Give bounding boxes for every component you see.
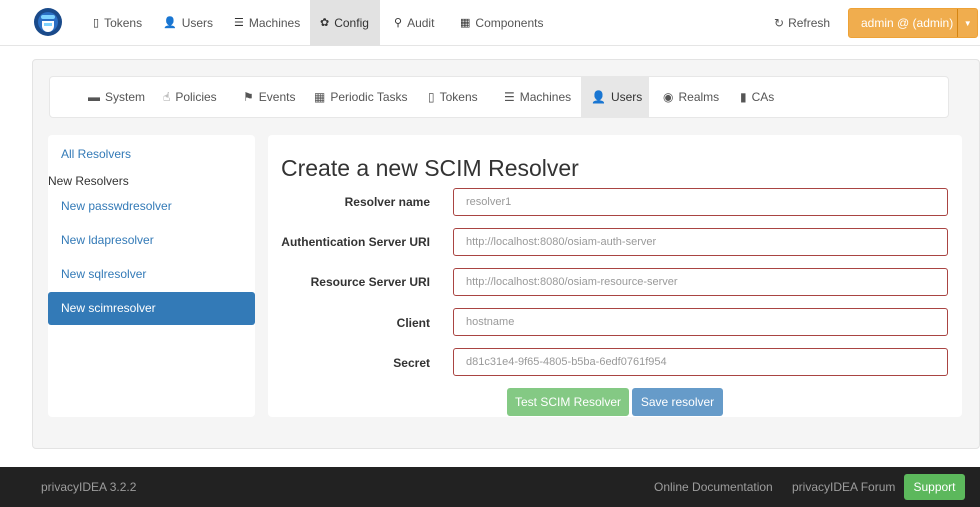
subnav-tokens[interactable]: ▯ Tokens — [418, 77, 488, 117]
config-subnav: ▬ System ☝ Policies ⚑ Events ▦ Periodic … — [49, 76, 949, 118]
nav-config[interactable]: ✿ Config — [310, 0, 380, 46]
subnav-system-label: System — [105, 90, 146, 104]
support-button[interactable]: Support — [904, 474, 965, 500]
nav-users-label: Users — [181, 16, 214, 30]
secret-input[interactable] — [453, 348, 948, 376]
footer: privacyIDEA 3.2.2 Online Documentation p… — [0, 467, 980, 507]
user-icon: 👤 — [163, 17, 177, 29]
privacyidea-forum-link[interactable]: privacyIDEA Forum — [792, 467, 895, 507]
calendar-icon: ▦ — [460, 17, 471, 29]
hand-icon: ☝ — [163, 90, 171, 104]
online-documentation-link[interactable]: Online Documentation — [654, 467, 773, 507]
privacyidea-logo-icon[interactable] — [33, 6, 63, 38]
test-scim-resolver-button[interactable]: Test SCIM Resolver — [507, 388, 629, 416]
subnav-machines-label: Machines — [519, 90, 572, 104]
subnav-policies-label: Policies — [175, 90, 217, 104]
sidebar-item-ldapresolver[interactable]: New ldapresolver — [48, 224, 255, 257]
caret-down-icon[interactable]: ▼ — [957, 9, 977, 37]
new-resolvers-header: New Resolvers — [48, 174, 129, 188]
bookmark-icon: ▮ — [740, 90, 747, 104]
briefcase-icon: ▬ — [88, 90, 100, 104]
nav-tokens[interactable]: ▯ Tokens — [83, 0, 152, 46]
save-resolver-button[interactable]: Save resolver — [632, 388, 723, 416]
globe-icon: ◉ — [663, 90, 674, 104]
user-menu-button[interactable]: admin @ (admin) ▼ — [848, 8, 978, 38]
nav-tokens-label: Tokens — [104, 16, 143, 30]
client-label: Client — [396, 316, 430, 330]
resource-server-uri-input[interactable] — [453, 268, 948, 296]
phone-icon: ▯ — [93, 17, 100, 29]
subnav-policies[interactable]: ☝ Policies — [153, 77, 227, 117]
subnav-system[interactable]: ▬ System — [78, 77, 155, 117]
sidebar-item-sqlresolver[interactable]: New sqlresolver — [48, 258, 255, 291]
sidebar-item-scimresolver[interactable]: New scimresolver — [48, 292, 255, 325]
client-input[interactable] — [453, 308, 948, 336]
subnav-realms-label: Realms — [678, 90, 720, 104]
user-icon: 👤 — [591, 90, 606, 104]
subnav-periodic-tasks-label: Periodic Tasks — [330, 90, 408, 104]
nav-audit[interactable]: ⚲ Audit — [384, 0, 444, 46]
page-title: Create a new SCIM Resolver — [281, 155, 579, 181]
subnav-users-label: Users — [610, 90, 643, 104]
secret-label: Secret — [393, 356, 430, 370]
subnav-events[interactable]: ⚑ Events — [233, 77, 305, 117]
resolver-sidebar: All Resolvers New Resolvers New passwdre… — [48, 135, 255, 417]
subnav-users[interactable]: 👤 Users — [581, 77, 649, 117]
calendar-icon: ▦ — [314, 90, 326, 104]
nav-machines-label: Machines — [248, 16, 301, 30]
subnav-tokens-label: Tokens — [439, 90, 478, 104]
flag-icon: ⚑ — [243, 90, 254, 104]
subnav-realms[interactable]: ◉ Realms — [653, 77, 729, 117]
nav-config-label: Config — [334, 16, 369, 30]
refresh-button[interactable]: ↻ Refresh — [774, 0, 830, 46]
nav-components[interactable]: ▦ Components — [450, 0, 553, 46]
resolver-name-input[interactable] — [453, 188, 948, 216]
subnav-cas[interactable]: ▮ CAs — [730, 77, 784, 117]
resolver-name-label: Resolver name — [344, 195, 430, 209]
gear-icon: ✿ — [320, 17, 330, 29]
refresh-label: Refresh — [788, 16, 831, 30]
subnav-cas-label: CAs — [751, 90, 775, 104]
version-text: privacyIDEA 3.2.2 — [41, 480, 137, 494]
nav-users[interactable]: 👤 Users — [153, 0, 223, 46]
top-navbar: ▯ Tokens 👤 Users ☰ Machines ✿ Config ⚲ A… — [0, 0, 980, 46]
resource-server-uri-label: Resource Server URI — [310, 275, 430, 289]
server-icon: ☰ — [234, 17, 244, 29]
subnav-machines[interactable]: ☰ Machines — [494, 77, 581, 117]
nav-machines[interactable]: ☰ Machines — [224, 0, 310, 46]
server-icon: ☰ — [504, 90, 515, 104]
subnav-periodic-tasks[interactable]: ▦ Periodic Tasks — [304, 77, 418, 117]
auth-server-uri-label: Authentication Server URI — [281, 235, 430, 249]
all-resolvers-link[interactable]: All Resolvers — [61, 147, 131, 161]
nav-components-label: Components — [475, 16, 544, 30]
nav-audit-label: Audit — [407, 16, 435, 30]
search-icon: ⚲ — [394, 17, 403, 29]
auth-server-uri-input[interactable] — [453, 228, 948, 256]
refresh-icon: ↻ — [774, 16, 785, 30]
user-menu-label: admin @ (admin) — [861, 16, 954, 30]
phone-icon: ▯ — [428, 90, 435, 104]
sidebar-item-passwdresolver[interactable]: New passwdresolver — [48, 190, 255, 223]
subnav-events-label: Events — [258, 90, 296, 104]
